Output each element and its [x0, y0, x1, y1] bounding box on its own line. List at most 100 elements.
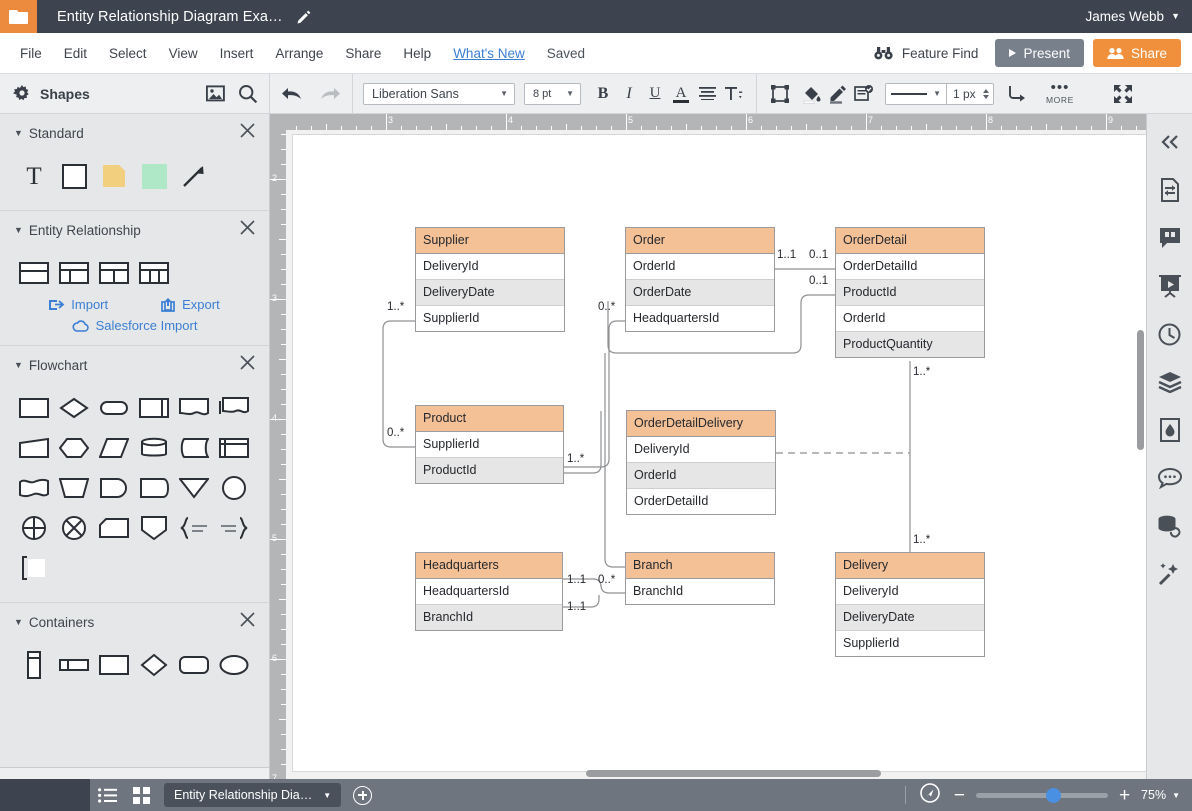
extract-shape[interactable] — [134, 508, 174, 548]
document-properties-icon[interactable] — [1154, 174, 1186, 206]
zoom-in-button[interactable]: + — [1119, 786, 1130, 805]
line-width-input[interactable]: 1 px — [947, 83, 994, 105]
share-button[interactable]: Share — [1093, 39, 1181, 67]
entity-table[interactable]: BranchBranchId — [625, 552, 775, 605]
entity-field[interactable]: OrderId — [836, 305, 984, 331]
delay-shape[interactable] — [134, 468, 174, 508]
document-shape[interactable] — [174, 388, 214, 428]
entity-table[interactable]: OrderDetailOrderDetailIdProductIdOrderId… — [835, 227, 985, 358]
close-icon[interactable] — [240, 220, 255, 240]
chevron-down-icon[interactable]: ▼ — [1172, 791, 1180, 800]
decision-shape[interactable] — [54, 388, 94, 428]
entity-field[interactable]: SupplierId — [416, 305, 564, 331]
process-shape[interactable] — [14, 388, 54, 428]
text-shape[interactable]: T — [14, 156, 54, 196]
connector-circle-shape[interactable] — [214, 468, 254, 508]
er-table-2[interactable] — [54, 253, 94, 293]
paper-tape-shape[interactable] — [14, 468, 54, 508]
presentation-icon[interactable] — [1154, 270, 1186, 302]
entity-table[interactable]: DeliveryDeliveryIdDeliveryDateSupplierId — [835, 552, 985, 657]
close-icon[interactable] — [240, 355, 255, 375]
redo-icon[interactable] — [318, 84, 342, 104]
manual-input-shape[interactable] — [14, 428, 54, 468]
align-button[interactable] — [694, 81, 720, 107]
menu-item-arrange[interactable]: Arrange — [264, 42, 334, 65]
rectangle-container[interactable] — [94, 645, 134, 685]
close-icon[interactable] — [240, 123, 255, 143]
annotation-right-shape[interactable] — [174, 508, 214, 548]
underline-button[interactable]: U — [642, 81, 668, 107]
rectangle-shape[interactable] — [54, 156, 94, 196]
manual-operation-shape[interactable] — [54, 468, 94, 508]
entity-field[interactable]: SupplierId — [836, 630, 984, 656]
canvas-area[interactable]: 3456789 234567 SupplierDeliveryIdDeliver… — [270, 114, 1146, 779]
entity-table[interactable]: OrderOrderIdOrderDateHeadquartersId — [625, 227, 775, 332]
summing-junction-shape[interactable] — [14, 508, 54, 548]
internal-storage-shape[interactable] — [214, 428, 254, 468]
pencil-icon[interactable] — [296, 9, 312, 25]
export-link[interactable]: Export — [160, 297, 220, 312]
stepper-icon[interactable] — [983, 89, 989, 99]
display-shape[interactable] — [94, 468, 134, 508]
menu-item-select[interactable]: Select — [98, 42, 158, 65]
menu-item-file[interactable]: File — [9, 42, 53, 65]
theme-icon[interactable] — [1154, 414, 1186, 446]
history-icon[interactable] — [1154, 318, 1186, 350]
collapse-icon[interactable] — [1154, 126, 1186, 158]
entity-field[interactable]: DeliveryId — [836, 579, 984, 604]
card-shape[interactable] — [94, 508, 134, 548]
section-header-containers[interactable]: ▼ Containers — [0, 603, 269, 641]
magic-wand-icon[interactable] — [1154, 558, 1186, 590]
crop-button[interactable] — [767, 81, 793, 107]
entity-field[interactable]: DeliveryDate — [836, 604, 984, 630]
entity-field[interactable]: ProductId — [836, 279, 984, 305]
section-header-standard[interactable]: ▼ Standard — [0, 114, 269, 152]
font-family-select[interactable]: Liberation Sans ▼ — [363, 83, 515, 105]
er-connector[interactable] — [564, 321, 625, 467]
entity-field[interactable]: DeliveryId — [627, 437, 775, 462]
line-style-select[interactable]: ▼ — [885, 83, 947, 105]
layers-icon[interactable] — [1154, 366, 1186, 398]
shape-style-button[interactable] — [851, 81, 877, 107]
entity-field[interactable]: OrderId — [627, 462, 775, 488]
more-options-button[interactable]: ••• MORE — [1046, 83, 1074, 105]
section-header-flowchart[interactable]: ▼ Flowchart — [0, 346, 269, 384]
feature-find-button[interactable]: Feature Find — [874, 46, 979, 61]
text-options-button[interactable] — [720, 81, 746, 107]
direct-access-storage-shape[interactable] — [134, 428, 174, 468]
annotation-left-shape[interactable] — [214, 508, 254, 548]
entity-field[interactable]: DeliveryDate — [416, 279, 564, 305]
entity-field[interactable]: DeliveryId — [416, 254, 564, 279]
grid-view-icon[interactable] — [124, 779, 158, 811]
entity-field[interactable]: HeadquartersId — [626, 305, 774, 331]
list-view-icon[interactable] — [90, 779, 124, 811]
menu-item-share[interactable]: Share — [334, 42, 392, 65]
bracket-shape[interactable] — [14, 548, 54, 588]
import-link[interactable]: Import — [49, 297, 108, 312]
zoom-slider-knob[interactable] — [1046, 788, 1061, 803]
gear-icon[interactable] — [13, 85, 31, 103]
data-link-icon[interactable] — [1154, 510, 1186, 542]
preparation-shape[interactable] — [54, 428, 94, 468]
rounded-container[interactable] — [174, 645, 214, 685]
diagram-page[interactable]: SupplierDeliveryIdDeliveryDateSupplierId… — [292, 134, 1146, 772]
multi-document-shape[interactable] — [214, 388, 254, 428]
bold-button[interactable]: B — [590, 81, 616, 107]
entity-field[interactable]: OrderId — [626, 254, 774, 279]
connector-style-button[interactable] — [1004, 81, 1030, 107]
predefined-process-shape[interactable] — [134, 388, 174, 428]
sheet-tab[interactable]: Entity Relationship Dia… ▼ — [164, 783, 341, 807]
zoom-slider[interactable] — [976, 793, 1108, 798]
folder-icon[interactable] — [0, 0, 37, 33]
salesforce-import-link[interactable]: Salesforce Import — [72, 318, 198, 333]
fill-color-button[interactable] — [799, 81, 825, 107]
data-shape[interactable] — [94, 428, 134, 468]
line-color-button[interactable] — [825, 81, 851, 107]
er-table-3[interactable] — [94, 253, 134, 293]
ellipse-container[interactable] — [214, 645, 254, 685]
terminator-shape[interactable] — [94, 388, 134, 428]
entity-field[interactable]: BranchId — [626, 579, 774, 604]
user-menu[interactable]: James Webb ▼ — [1086, 9, 1180, 24]
menu-item-edit[interactable]: Edit — [53, 42, 98, 65]
italic-button[interactable]: I — [616, 81, 642, 107]
